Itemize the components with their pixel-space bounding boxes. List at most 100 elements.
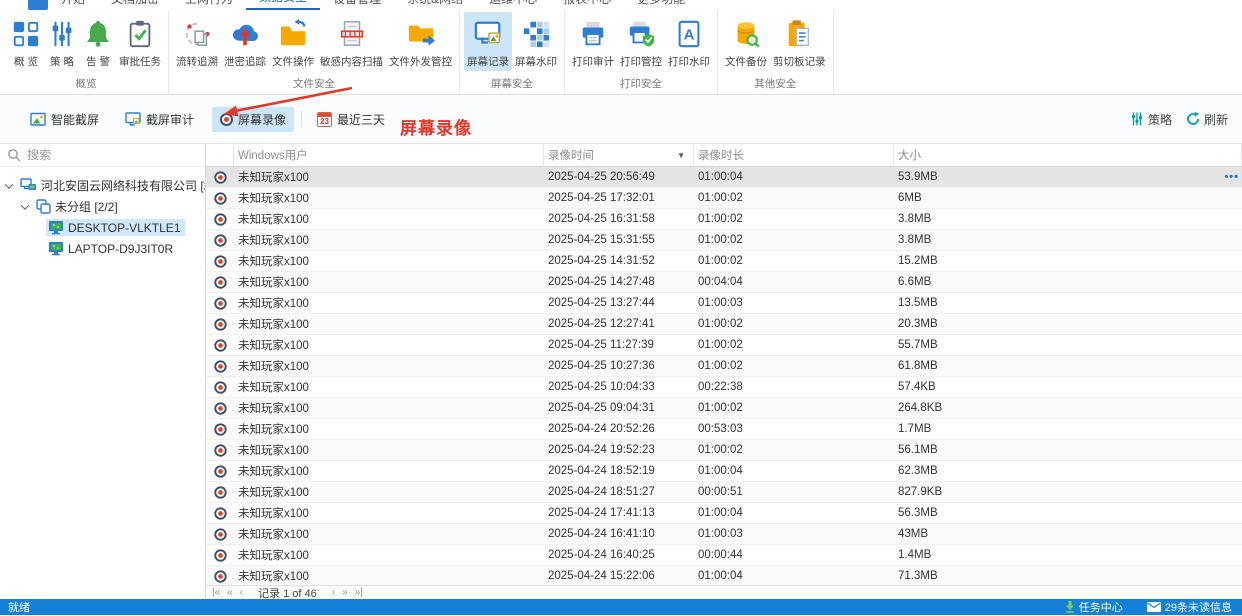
- table-row[interactable]: 未知玩家x100 2025-04-25 15:31:55 01:00:02 3.…: [206, 230, 1242, 251]
- sort-desc-icon[interactable]: ▼: [677, 151, 685, 160]
- table-row[interactable]: 未知玩家x100 2025-04-24 20:52:26 00:53:03 1.…: [206, 419, 1242, 440]
- smart-capture-button[interactable]: 智能截屏: [22, 107, 107, 132]
- tree-item-ungrouped[interactable]: 未分组 [2/2]: [0, 196, 205, 217]
- table-row[interactable]: 未知玩家x100 2025-04-25 13:27:44 01:00:03 13…: [206, 293, 1242, 314]
- screen-recording-button[interactable]: 屏幕录像: [212, 106, 295, 132]
- chevron-down-icon[interactable]: [4, 179, 14, 189]
- app-menu-button[interactable]: [28, 0, 48, 10]
- refresh-button[interactable]: 刷新: [1186, 111, 1228, 128]
- tab-data-security[interactable]: 数据安全: [246, 0, 321, 10]
- overview-button[interactable]: 概 览: [8, 12, 44, 71]
- file-operations-button[interactable]: 文件操作: [269, 12, 317, 71]
- prev-page-icon[interactable]: ‹: [240, 587, 243, 599]
- search-icon: [7, 148, 21, 162]
- print-control-button[interactable]: 打印管控: [617, 12, 665, 71]
- cell-record-time: 2025-04-24 17:41:13: [548, 507, 655, 519]
- cell-size: 827.9KB: [898, 486, 943, 498]
- tree-item-company[interactable]: 河北安固云网络科技有限公司 [2/2]: [0, 175, 205, 196]
- tab-home[interactable]: 开始: [48, 0, 98, 10]
- approval-clipboard-icon: [125, 16, 155, 52]
- main-area: 河北安固云网络科技有限公司 [2/2] 未分组 [2/2]: [0, 144, 1242, 599]
- cell-record-time: 2025-04-25 16:31:58: [548, 213, 655, 225]
- tab-system-network[interactable]: 系统&网络: [394, 0, 476, 10]
- group-icon: [36, 199, 51, 214]
- tab-ops-center[interactable]: 运维中心: [476, 0, 550, 10]
- fast-next-page-icon[interactable]: »: [342, 587, 348, 599]
- tree-item-laptop-d9j3it0r[interactable]: LAPTOP-D9J3IT0R: [0, 238, 205, 259]
- search-box[interactable]: [0, 144, 205, 167]
- capture-audit-icon: [125, 111, 141, 127]
- fast-prev-page-icon[interactable]: «: [227, 587, 233, 599]
- file-backup-button[interactable]: 文件备份: [722, 12, 770, 71]
- capture-audit-button[interactable]: 截屏审计: [117, 107, 202, 132]
- clipboard-record-button[interactable]: 剪切板记录: [770, 12, 829, 71]
- column-header-record-time[interactable]: 录像时间 ▼: [544, 144, 694, 166]
- table-row[interactable]: 未知玩家x100 2025-04-24 16:40:25 00:00:44 1.…: [206, 545, 1242, 566]
- table-row[interactable]: 未知玩家x100 2025-04-24 19:52:23 01:00:02 56…: [206, 440, 1242, 461]
- column-header-duration[interactable]: 录像时长: [694, 144, 894, 166]
- cell-duration: 01:00:04: [698, 507, 743, 519]
- screen-record-icon: [473, 16, 503, 52]
- table-row[interactable]: 未知玩家x100 2025-04-25 09:04:31 01:00:02 26…: [206, 398, 1242, 419]
- cell-record-time: 2025-04-25 14:31:52: [548, 255, 655, 267]
- task-center-button[interactable]: 任务中心: [1065, 599, 1123, 615]
- table-row[interactable]: 未知玩家x100 2025-04-25 10:27:36 01:00:02 61…: [206, 356, 1242, 377]
- smart-capture-icon: [30, 112, 46, 127]
- tab-doc-encryption[interactable]: 文档加密: [98, 0, 172, 10]
- cell-windows-user: 未知玩家x100: [238, 214, 309, 226]
- cell-size: 56.1MB: [898, 444, 938, 456]
- column-header-size[interactable]: 大小: [894, 144, 1242, 166]
- table-row[interactable]: 未知玩家x100 2025-04-24 18:51:27 00:00:51 82…: [206, 482, 1242, 503]
- next-page-icon[interactable]: ›: [332, 587, 335, 599]
- table-row[interactable]: 未知玩家x100 2025-04-25 20:56:49 01:00:04 53…: [206, 167, 1242, 188]
- table-row[interactable]: 未知玩家x100 2025-04-24 16:41:10 01:00:03 43…: [206, 524, 1242, 545]
- print-audit-button[interactable]: 打印审计: [569, 12, 617, 71]
- table-row[interactable]: 未知玩家x100 2025-04-24 18:52:19 01:00:04 62…: [206, 461, 1242, 482]
- cell-size: 6.6MB: [898, 276, 932, 288]
- table-row[interactable]: 未知玩家x100 2025-04-25 14:31:52 01:00:02 15…: [206, 251, 1242, 272]
- recent-three-days-button[interactable]: 23 最近三天: [309, 107, 393, 132]
- tab-report-center[interactable]: 报表中心: [550, 0, 624, 10]
- tab-more-features[interactable]: 更多功能: [624, 0, 698, 10]
- table-row[interactable]: 未知玩家x100 2025-04-25 17:32:01 01:00:02 6M…: [206, 188, 1242, 209]
- leak-tracking-button[interactable]: 泄密追踪: [221, 12, 269, 71]
- column-header-windows-user[interactable]: Windows用户: [234, 144, 544, 166]
- unread-messages-button[interactable]: 29条未读信息: [1146, 599, 1232, 615]
- company-network-icon: [20, 178, 37, 193]
- search-input[interactable]: [27, 148, 177, 162]
- policy-button[interactable]: 策 略: [44, 12, 80, 71]
- approval-tasks-button[interactable]: 审批任务: [116, 12, 164, 71]
- policy-toolbar-button[interactable]: 策略: [1130, 111, 1172, 128]
- table-row[interactable]: 未知玩家x100 2025-04-25 14:27:48 00:04:04 6.…: [206, 272, 1242, 293]
- table-row[interactable]: 未知玩家x100 2025-04-24 17:41:13 01:00:04 56…: [206, 503, 1242, 524]
- cell-windows-user: 未知玩家x100: [238, 508, 309, 520]
- cell-windows-user: 未知玩家x100: [238, 550, 309, 562]
- ribbon-group-overview: 概 览 策 略 告 警 审批任务 概览: [4, 10, 169, 94]
- tab-web-behavior[interactable]: 上网行为: [172, 0, 246, 10]
- table-row[interactable]: 未知玩家x100 2025-04-25 16:31:58 01:00:02 3.…: [206, 209, 1242, 230]
- chevron-down-icon[interactable]: [20, 200, 30, 210]
- print-watermark-button[interactable]: A 打印水印: [665, 12, 713, 71]
- tree-item-desktop-vlktle1[interactable]: DESKTOP-VLKTLE1: [0, 217, 205, 238]
- record-icon: [213, 380, 227, 394]
- screen-watermark-button[interactable]: 屏幕水印: [512, 12, 560, 71]
- ribbon-group-print-security: 打印审计 打印管控 A 打印水印 打印安全: [565, 10, 718, 94]
- sensitive-scan-icon: [337, 16, 367, 52]
- first-page-icon[interactable]: |«: [212, 587, 220, 599]
- table-row[interactable]: 未知玩家x100 2025-04-25 11:27:39 01:00:02 55…: [206, 335, 1242, 356]
- row-actions-ellipsis[interactable]: •••: [1224, 167, 1239, 187]
- ribbon-group-label: 其他安全: [754, 78, 797, 90]
- clipboard-record-icon: [784, 16, 814, 52]
- alert-button[interactable]: 告 警: [80, 12, 116, 71]
- table-row[interactable]: 未知玩家x100 2025-04-24 15:22:06 01:00:04 71…: [206, 566, 1242, 585]
- circulation-trace-button[interactable]: 流转追溯: [173, 12, 221, 71]
- tab-device-management[interactable]: 设备管理: [320, 0, 394, 10]
- file-outgoing-control-button[interactable]: 文件外发管控: [386, 12, 455, 71]
- cell-duration: 01:00:02: [698, 213, 743, 225]
- screen-record-button[interactable]: 屏幕记录: [464, 12, 512, 71]
- sensitive-content-scan-button[interactable]: 敏感内容扫描: [317, 12, 386, 71]
- last-page-icon[interactable]: »|: [355, 587, 363, 599]
- table-row[interactable]: 未知玩家x100 2025-04-25 12:27:41 01:00:02 20…: [206, 314, 1242, 335]
- table-row[interactable]: 未知玩家x100 2025-04-25 10:04:33 00:22:38 57…: [206, 377, 1242, 398]
- cell-duration: 01:00:03: [698, 528, 743, 540]
